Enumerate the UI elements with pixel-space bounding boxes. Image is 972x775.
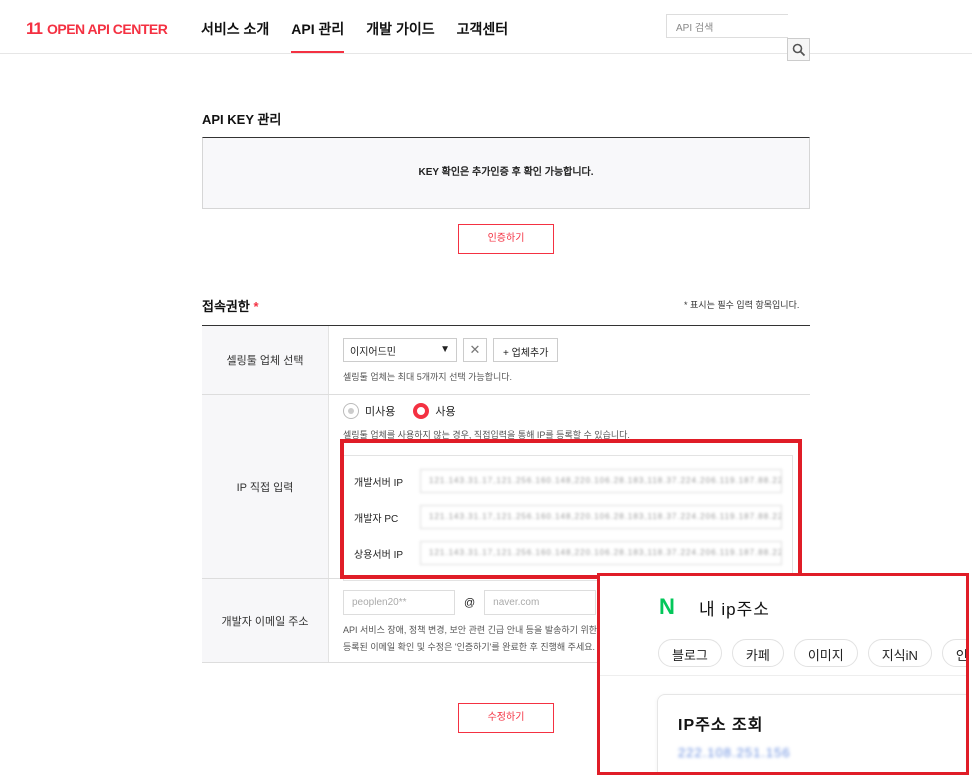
- ip-direct-label: IP 직접 입력: [202, 395, 329, 578]
- chip-kin[interactable]: 지식iN: [867, 639, 932, 667]
- nav-service-intro[interactable]: 서비스 소개: [201, 19, 269, 53]
- radio-unused-label: 미사용: [365, 406, 396, 418]
- search-icon: [792, 43, 806, 57]
- naver-logo: N: [659, 594, 675, 619]
- chip-more[interactable]: 인: [941, 639, 966, 667]
- naver-ip-popup: N 내 ip주소 블로그 카페 이미지 지식iN 인 IP주소 조회 222.1…: [597, 573, 969, 775]
- logo-mark: 11: [26, 19, 43, 38]
- add-seller-button[interactable]: + 업체추가: [493, 338, 559, 362]
- email-at: @: [464, 596, 476, 609]
- api-key-title: API KEY 관리: [202, 112, 282, 127]
- nav-api-management[interactable]: API 관리: [291, 19, 345, 53]
- search-button[interactable]: [787, 38, 810, 61]
- key-notice-text: KEY 확인은 추가인증 후 확인 가능합니다.: [418, 167, 594, 178]
- seller-tool-select[interactable]: 이지어드민 ▼: [343, 338, 457, 362]
- access-title-text: 접속권한: [202, 299, 250, 314]
- required-star: *: [253, 299, 259, 314]
- email-label: 개발자 이메일 주소: [202, 579, 329, 662]
- radio-unused[interactable]: [343, 403, 359, 419]
- logo[interactable]: 11 OPEN API CENTER: [26, 19, 168, 39]
- chip-blog[interactable]: 블로그: [658, 639, 722, 667]
- top-header: 11 OPEN API CENTER 서비스 소개 API 관리 개발 가이드 …: [0, 0, 972, 61]
- popup-title: 내 ip주소: [699, 600, 770, 619]
- logo-text: OPEN API CENTER: [46, 21, 168, 37]
- radio-used[interactable]: [413, 403, 430, 419]
- ip-highlight-box: [340, 439, 802, 579]
- ip-lookup-card: IP주소 조회 222.108.251.156: [657, 694, 966, 772]
- auth-button[interactable]: 인증하기: [458, 224, 554, 254]
- chevron-down-icon: ▼: [440, 344, 450, 355]
- my-ip-value: 222.108.251.156: [678, 745, 791, 760]
- ip-direct-radio-group: 미사용 사용: [343, 403, 796, 419]
- seller-tool-selected: 이지어드민: [350, 347, 396, 358]
- radio-used-label: 사용: [435, 406, 456, 418]
- main-nav: 서비스 소개 API 관리 개발 가이드 고객센터: [201, 19, 530, 53]
- email-domain-input[interactable]: naver.com: [484, 590, 597, 615]
- popup-divider: [600, 675, 966, 676]
- edit-button[interactable]: 수정하기: [458, 703, 554, 733]
- nav-dev-guide[interactable]: 개발 가이드: [366, 19, 434, 53]
- search-category-chips: 블로그 카페 이미지 지식iN 인: [658, 639, 966, 667]
- seller-tool-help: 셀링툴 업체는 최대 5개까지 선택 가능합니다.: [343, 372, 513, 382]
- chip-cafe[interactable]: 카페: [731, 639, 784, 667]
- key-notice-box: KEY 확인은 추가인증 후 확인 가능합니다.: [202, 137, 810, 209]
- ip-lookup-title: IP주소 조회: [678, 717, 764, 734]
- remove-seller-button[interactable]: ✕: [463, 338, 487, 362]
- seller-tool-row: 셀링툴 업체 선택 이지어드민 ▼ ✕ + 업체추가 셀링툴 업체는 최대 5개까…: [202, 326, 810, 395]
- chip-image[interactable]: 이미지: [793, 639, 858, 667]
- email-local-input[interactable]: peoplen20**: [343, 590, 455, 615]
- search-input[interactable]: API 검색: [666, 14, 788, 38]
- access-title: 접속권한 *: [202, 296, 259, 315]
- nav-customer-center[interactable]: 고객센터: [457, 19, 509, 53]
- seller-tool-label: 셀링툴 업체 선택: [202, 326, 329, 394]
- required-note: * 표시는 필수 입력 항목입니다.: [684, 300, 800, 310]
